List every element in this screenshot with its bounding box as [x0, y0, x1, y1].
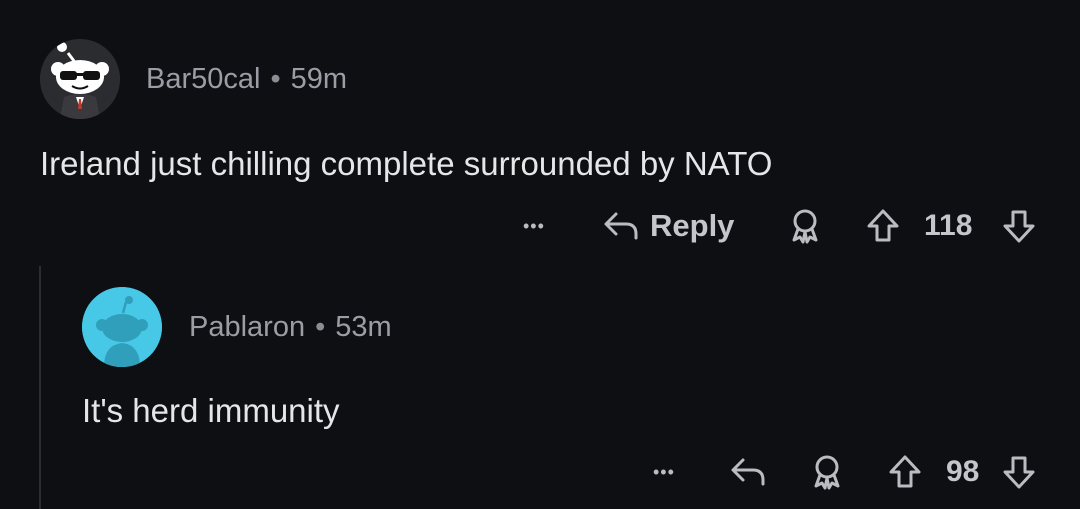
award-icon	[814, 455, 840, 490]
downvote-icon	[1003, 210, 1035, 243]
username[interactable]: Bar50cal	[146, 63, 260, 95]
score-value: 118	[924, 209, 973, 242]
upvote-icon	[889, 455, 921, 488]
meta-separator: •	[315, 311, 326, 343]
award-icon	[792, 209, 818, 244]
username[interactable]: Pablaron	[189, 311, 305, 343]
downvote-button[interactable]	[1002, 207, 1036, 245]
comment-meta: Bar50cal • 59m	[146, 63, 347, 96]
reply-icon	[731, 458, 765, 486]
snoo-sunglasses-avatar[interactable]	[40, 39, 120, 119]
comment-meta: Pablaron • 53m	[189, 311, 392, 344]
score: 118	[924, 207, 972, 245]
meta-separator: •	[270, 63, 281, 95]
more-options-button[interactable]: •••	[523, 208, 545, 244]
comment-1: Bar50cal • 59m Ireland just chilling compl…	[0, 0, 1080, 260]
reply-label: Reply	[650, 208, 735, 243]
award-button[interactable]	[810, 454, 844, 490]
downvote-icon	[1003, 456, 1035, 489]
score-value: 98	[946, 455, 980, 488]
comment-body: It's herd immunity	[82, 392, 340, 429]
comment-body: Ireland just chilling complete surrounde…	[40, 145, 773, 182]
more-options-button[interactable]: •••	[653, 454, 675, 490]
score: 98	[946, 453, 979, 491]
more-icon: •••	[653, 461, 675, 482]
comment-age: 59m	[290, 63, 348, 95]
upvote-button[interactable]	[888, 453, 922, 491]
snoo-default-avatar[interactable]	[82, 287, 162, 367]
upvote-icon	[867, 209, 899, 242]
more-icon: •••	[523, 215, 545, 236]
reply-button[interactable]: Reply	[602, 206, 734, 246]
downvote-button[interactable]	[1002, 453, 1036, 491]
upvote-button[interactable]	[866, 207, 900, 245]
reply-button[interactable]	[729, 452, 767, 492]
award-button[interactable]	[788, 208, 822, 244]
reply-icon	[604, 212, 638, 240]
comment-age: 53m	[335, 311, 392, 343]
